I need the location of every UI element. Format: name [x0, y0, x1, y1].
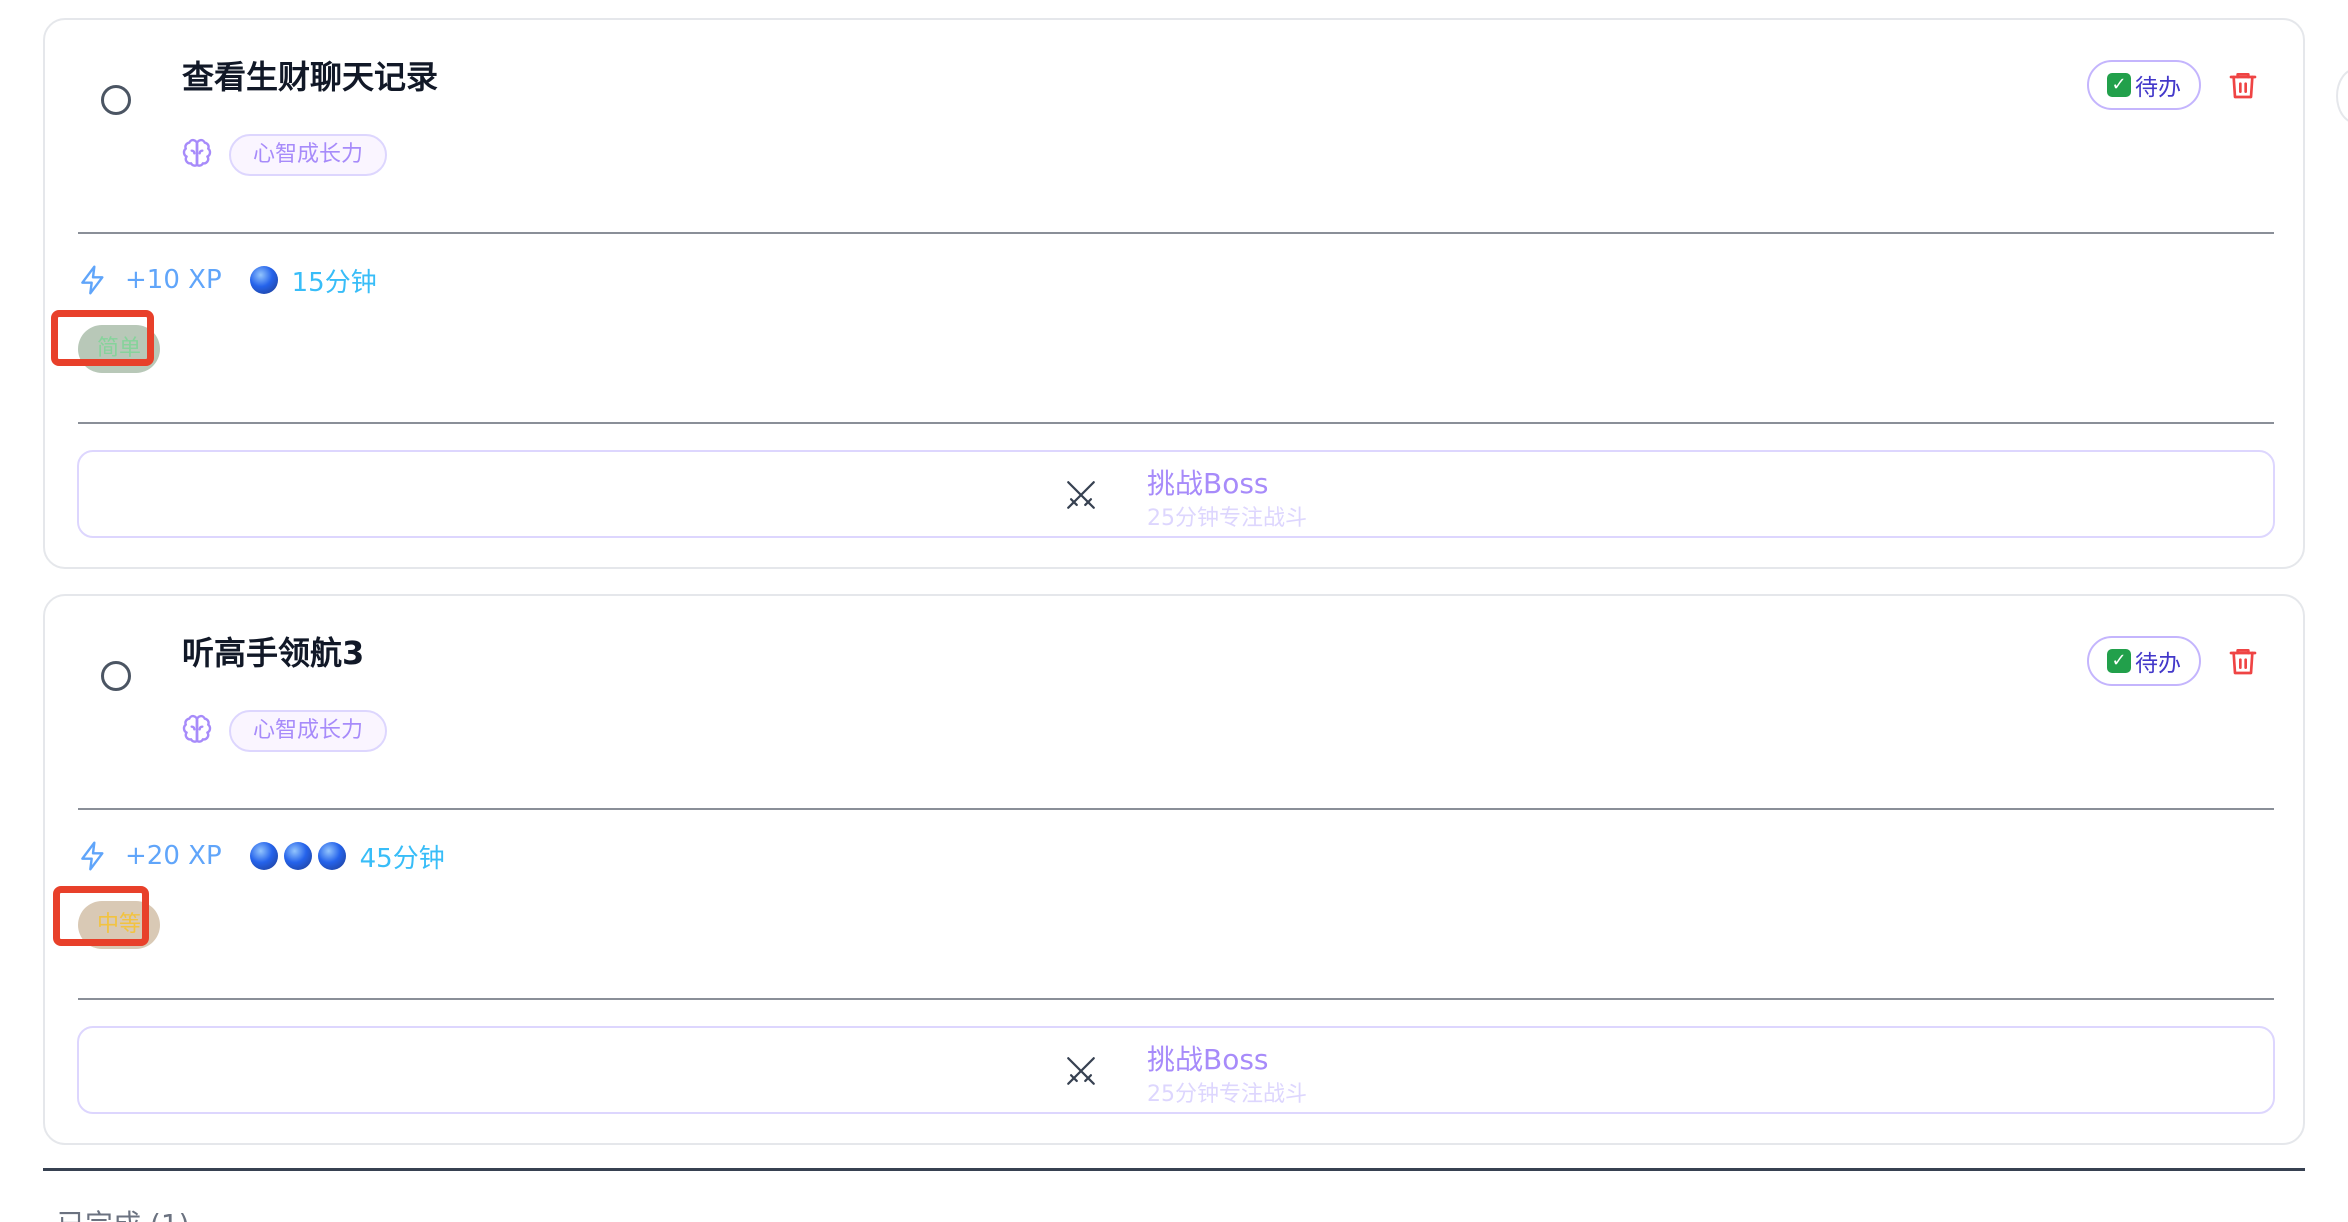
xp-reward: +20 XP — [125, 841, 222, 871]
status-button[interactable]: ✓ 待办 — [2087, 60, 2201, 110]
task-complete-radio[interactable] — [101, 661, 131, 691]
brain-icon — [182, 138, 212, 167]
blue-orb-icon — [249, 842, 278, 870]
task-card: 听高手领航3 心智成长力 ✓ 待办 +20 XP 45分钟 中等 挑战Boss … — [43, 594, 2305, 1145]
category-tag[interactable]: 心智成长力 — [229, 710, 388, 752]
section-divider — [43, 1168, 2305, 1171]
crossed-swords-icon — [1067, 1057, 1095, 1085]
divider — [78, 998, 2274, 1000]
time-orbs — [249, 266, 278, 294]
lightning-icon — [81, 841, 104, 871]
status-label: 待办 — [2135, 75, 2181, 101]
status-label: 待办 — [2135, 651, 2181, 677]
completed-section-header[interactable]: 已完成 (1) — [57, 1203, 190, 1222]
check-icon: ✓ — [2107, 73, 2131, 97]
challenge-boss-button[interactable]: 挑战Boss 25分钟专注战斗 — [77, 450, 2275, 538]
partial-element — [2336, 68, 2348, 124]
status-button[interactable]: ✓ 待办 — [2087, 636, 2201, 686]
boss-title: 挑战Boss — [1147, 467, 1269, 500]
highlight-box — [53, 886, 149, 946]
crossed-swords-icon — [1067, 481, 1095, 509]
challenge-boss-button[interactable]: 挑战Boss 25分钟专注战斗 — [77, 1026, 2275, 1114]
category-tag[interactable]: 心智成长力 — [229, 134, 388, 176]
boss-subtitle: 25分钟专注战斗 — [1147, 506, 1307, 531]
time-orbs — [249, 842, 346, 870]
boss-title: 挑战Boss — [1147, 1043, 1269, 1076]
task-meta: +10 XP 15分钟 — [77, 260, 377, 300]
divider — [78, 232, 2274, 234]
task-list: 查看生财聊天记录 心智成长力 ✓ 待办 +10 XP 15分钟 简单 挑战Bos… — [0, 0, 2348, 1222]
check-icon: ✓ — [2107, 649, 2131, 673]
trash-icon[interactable] — [2227, 68, 2259, 102]
task-card: 查看生财聊天记录 心智成长力 ✓ 待办 +10 XP 15分钟 简单 挑战Bos… — [43, 18, 2305, 569]
trash-icon[interactable] — [2227, 644, 2259, 678]
highlight-box — [51, 310, 154, 366]
divider — [78, 808, 2274, 810]
blue-orb-icon — [283, 842, 312, 870]
divider — [78, 422, 2274, 424]
brain-icon — [182, 714, 212, 743]
blue-orb-icon — [249, 266, 278, 294]
duration: 15分钟 — [291, 267, 377, 298]
blue-orb-icon — [317, 842, 346, 870]
xp-reward: +10 XP — [125, 265, 222, 295]
boss-subtitle: 25分钟专注战斗 — [1147, 1082, 1307, 1107]
task-complete-radio[interactable] — [101, 85, 131, 115]
duration: 45分钟 — [359, 843, 445, 874]
task-title: 查看生财聊天记录 — [182, 58, 439, 96]
task-meta: +20 XP 45分钟 — [77, 836, 445, 876]
task-title: 听高手领航3 — [182, 634, 365, 672]
lightning-icon — [81, 265, 104, 295]
